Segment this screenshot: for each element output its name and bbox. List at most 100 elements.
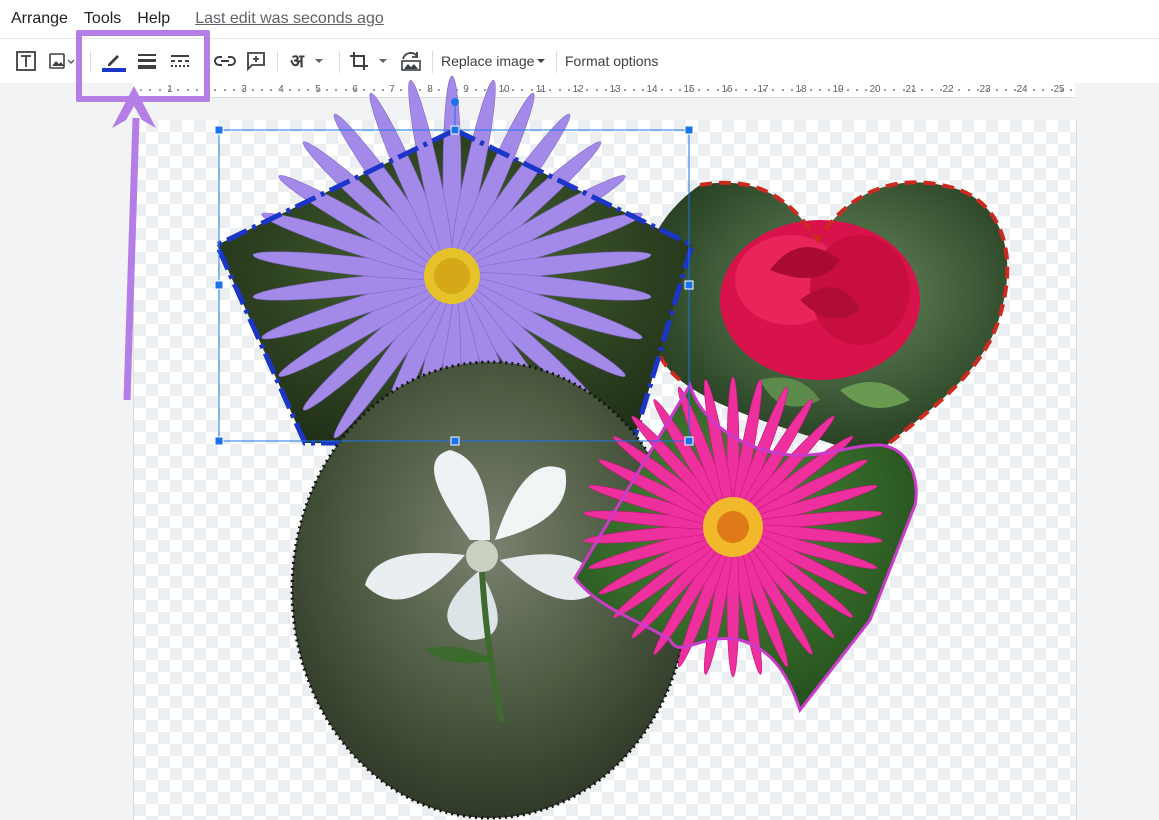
ruler-tick [512,89,514,91]
ruler-tick [921,89,924,91]
ruler-tick [791,89,793,91]
ruler-tick [558,89,561,91]
ruler-tick [930,89,933,91]
ruler-tick [1051,89,1054,91]
ruler-tick [828,89,831,91]
format-options-label: Format options [565,53,659,69]
ruler-tick [381,89,384,91]
ruler-tick [716,89,719,91]
menu-arrange[interactable]: Arrange [11,10,68,28]
ruler-tick [307,89,310,91]
slide-canvas[interactable] [133,120,1077,820]
input-tools-icon[interactable]: अ [287,47,329,75]
ruler-tick [605,89,607,91]
textbox-icon[interactable] [12,47,40,75]
ruler-tick [391,89,394,91]
ruler-label: 22 [942,84,954,95]
ruler-tick [911,89,914,91]
ruler-tick [874,89,877,91]
ruler-tick [1004,89,1007,91]
ruler-tick [856,89,859,91]
ruler-tick [437,89,440,91]
ruler-tick [781,89,784,91]
ruler-tick [484,89,487,91]
ruler-tick [893,89,896,91]
ruler-tick [270,89,273,91]
ruler-tick [949,89,952,91]
ruler-tick [1014,89,1017,91]
ruler-tick [679,89,682,91]
ruler-tick [465,89,468,91]
ruler-tick [1042,89,1045,91]
ruler-tick [800,89,803,91]
ruler-tick [939,89,942,91]
ruler-tick [251,89,254,91]
menu-help[interactable]: Help [137,10,170,28]
crop-icon[interactable] [348,47,390,75]
rotate-handle[interactable] [451,98,459,106]
ruler-tick [223,89,226,91]
ruler-tick [326,89,328,91]
ruler-tick [493,89,496,91]
ruler-tick [902,89,905,91]
ruler-tick [586,89,589,91]
ruler-tick [446,89,449,91]
ruler-tick [502,89,505,91]
ruler-tick [298,89,301,91]
ruler-tick [539,89,542,91]
ruler-tick [623,89,626,91]
ruler-tick [530,89,533,91]
annotation-highlight-box [76,30,210,102]
ruler-tick [567,89,570,91]
ruler-tick [1070,89,1072,91]
ruler-tick [363,89,366,91]
ruler-tick [214,89,217,91]
ruler-tick [1032,89,1035,91]
ruler-tick [260,89,263,91]
ruler-tick [986,89,989,91]
ruler-tick [335,89,338,91]
ruler-tick [698,89,700,91]
ruler-tick [837,89,840,91]
last-edit-link[interactable]: Last edit was seconds ago [195,10,384,28]
ruler-tick [670,89,673,91]
ruler-tick [753,89,756,91]
ruler-tick [400,89,403,91]
replace-image-button[interactable]: Replace image [441,47,549,75]
ruler-tick [660,89,663,91]
ruler-tick [419,89,421,91]
add-comment-icon[interactable] [243,47,269,75]
ruler-tick [242,89,245,91]
ruler-tick [735,89,738,91]
ruler-tick [846,89,849,91]
ruler-tick [428,89,431,91]
ruler-tick [353,89,356,91]
ruler-tick [995,89,998,91]
ruler-tick [456,89,459,91]
ruler-tick [474,89,477,91]
menu-tools[interactable]: Tools [84,10,121,28]
ruler-tick [1023,89,1026,91]
format-options-button[interactable]: Format options [565,47,669,75]
ruler-tick [884,89,886,91]
ruler-tick [809,89,812,91]
ruler-tick [744,89,747,91]
ruler-tick [614,89,617,91]
ruler-tick [549,89,552,91]
ruler-tick [288,89,291,91]
replace-image-label: Replace image [441,53,535,69]
ruler-tick [632,89,635,91]
ruler-tick [707,89,710,91]
ruler-tick [577,89,580,91]
link-icon[interactable] [212,47,238,75]
ruler-tick [977,89,979,91]
ruler-tick [344,89,347,91]
image-icon[interactable] [46,47,76,75]
ruler-tick [279,89,282,91]
ruler-tick [233,89,235,91]
reset-image-icon[interactable] [398,47,424,75]
ruler-tick [372,89,375,91]
ruler-tick [1060,89,1063,91]
ruler-tick [409,89,412,91]
ruler-label: 24 [1016,84,1028,95]
